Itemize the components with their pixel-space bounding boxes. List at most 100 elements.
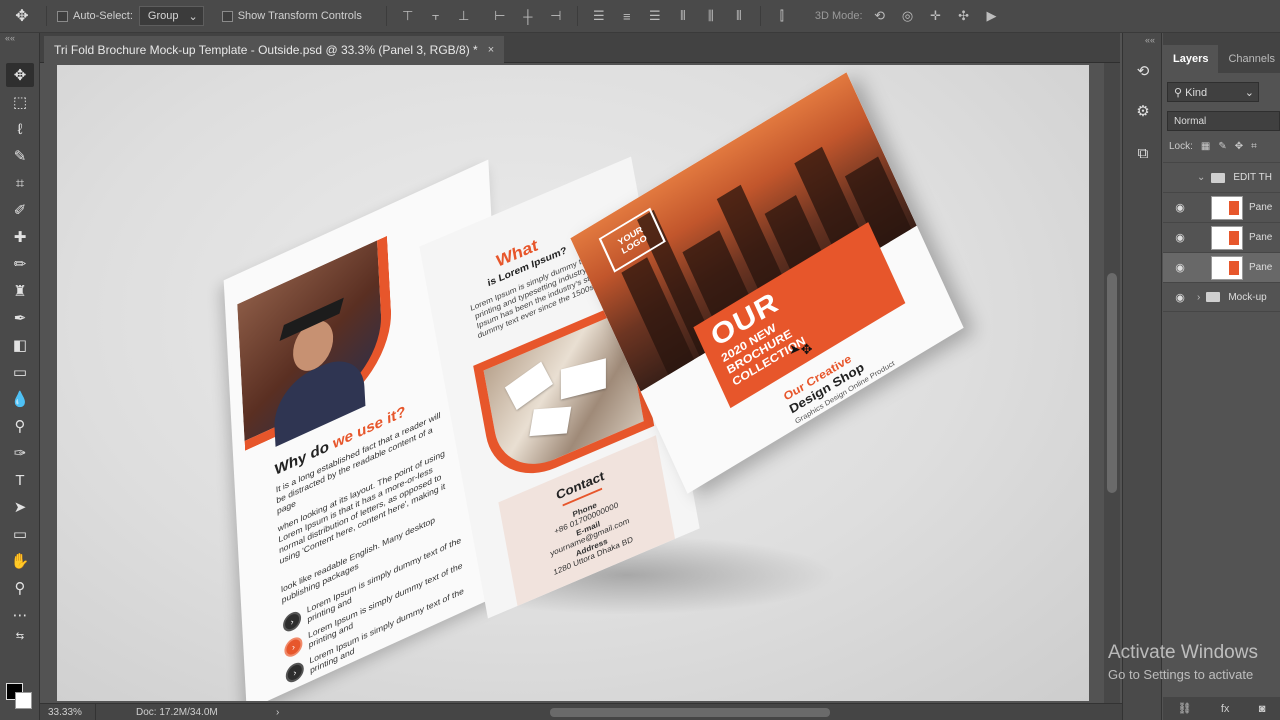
3d-pan-icon[interactable]: ✛ bbox=[925, 6, 947, 26]
quick-selection-tool[interactable]: ✎ bbox=[6, 144, 34, 168]
clone-stamp-tool[interactable]: ♜ bbox=[6, 279, 34, 303]
eye-icon[interactable]: ◉ bbox=[1163, 291, 1197, 304]
eye-icon[interactable]: ◉ bbox=[1163, 201, 1197, 214]
status-menu-arrow[interactable]: › bbox=[276, 707, 300, 718]
layer-row-panel-2[interactable]: ◉ Pane bbox=[1163, 222, 1280, 252]
3d-orbit-icon[interactable]: ⟲ bbox=[869, 6, 891, 26]
close-icon[interactable]: × bbox=[488, 44, 494, 56]
layer-row-group-mockup[interactable]: ◉ › Mock-up bbox=[1163, 282, 1280, 312]
blend-mode-dropdown[interactable]: Normal bbox=[1167, 111, 1280, 131]
more-tools-icon[interactable]: ⋯ bbox=[6, 603, 34, 627]
history-brush-tool[interactable]: ✒ bbox=[6, 306, 34, 330]
distribute-right-icon[interactable]: ⫴ bbox=[728, 6, 750, 26]
tab-channels[interactable]: Channels bbox=[1218, 45, 1280, 73]
auto-align-icon[interactable]: ⫿ bbox=[771, 6, 793, 26]
eraser-tool[interactable]: ◧ bbox=[6, 333, 34, 357]
history-panel-icon[interactable]: ⟲ bbox=[1131, 59, 1155, 83]
align-top-icon[interactable]: ⊤ bbox=[397, 6, 419, 26]
filter-kind-label: ⚲ Kind bbox=[1174, 86, 1207, 99]
show-transform-controls-checkbox[interactable]: Show Transform Controls bbox=[221, 10, 362, 22]
lock-paint-icon[interactable]: ✎ bbox=[1218, 141, 1226, 152]
distribute-top-icon[interactable]: ☰ bbox=[588, 6, 610, 26]
layer-thumbnail bbox=[1211, 195, 1243, 220]
tab-layers[interactable]: Layers bbox=[1163, 45, 1219, 73]
move-tool-icon[interactable]: ✥ bbox=[8, 5, 36, 27]
distribute-left-icon[interactable]: ⫴ bbox=[672, 6, 694, 26]
3d-mode-label: 3D Mode: bbox=[814, 10, 863, 22]
panel-dock: «« ⟲ ⚙ ⧉ bbox=[1122, 33, 1162, 720]
vertical-scroll-thumb[interactable] bbox=[1107, 273, 1117, 493]
marquee-tool[interactable]: ⬚ bbox=[6, 90, 34, 114]
lock-label: Lock: bbox=[1169, 141, 1193, 152]
layer-filter-dropdown[interactable]: ⚲ Kind ⌄ bbox=[1167, 82, 1259, 102]
eye-icon[interactable]: ◉ bbox=[1163, 231, 1197, 244]
lock-position-icon[interactable]: ✥ bbox=[1235, 141, 1243, 152]
libraries-panel-icon[interactable]: ⧉ bbox=[1131, 141, 1155, 165]
3d-roll-icon[interactable]: ◎ bbox=[897, 6, 919, 26]
collapse-toolbar-icon[interactable]: «« bbox=[0, 33, 39, 47]
lock-artboard-icon[interactable]: ⌗ bbox=[1251, 141, 1257, 152]
document-canvas[interactable]: Why do we use it? It is a long establish… bbox=[57, 65, 1089, 701]
pen-tool[interactable]: ✑ bbox=[6, 441, 34, 465]
zoom-tool[interactable]: ⚲ bbox=[6, 576, 34, 600]
distribute-vcenter-icon[interactable]: ≡ bbox=[616, 6, 638, 26]
collapse-dock-icon[interactable]: «« bbox=[1123, 33, 1161, 45]
chevron-down-icon: ⌄ bbox=[1244, 86, 1254, 99]
fx-icon[interactable]: fx bbox=[1221, 703, 1230, 715]
swap-colors-icon[interactable]: ⇆ bbox=[6, 629, 34, 643]
layers-panel: Layers Channels ⚲ Kind ⌄ Normal Lock: ▦ … bbox=[1163, 33, 1280, 720]
align-right-icon[interactable]: ⊣ bbox=[545, 6, 567, 26]
separator bbox=[385, 6, 387, 26]
canvas-area[interactable]: Why do we use it? It is a long establish… bbox=[40, 63, 1120, 703]
lock-transparent-icon[interactable]: ▦ bbox=[1201, 141, 1210, 152]
rectangle-tool[interactable]: ▭ bbox=[6, 522, 34, 546]
eyedropper-tool[interactable]: ✐ bbox=[6, 198, 34, 222]
layer-row-panel-1[interactable]: ◉ Pane bbox=[1163, 192, 1280, 222]
blur-tool[interactable]: 💧 bbox=[6, 387, 34, 411]
layer-name: Mock-up bbox=[1228, 291, 1267, 303]
auto-select-checkbox[interactable]: Auto-Select: bbox=[57, 10, 133, 22]
chevron-down-icon[interactable]: ⌄ bbox=[1197, 172, 1205, 183]
layer-row-panel-3[interactable]: ◉ Pane bbox=[1163, 252, 1280, 282]
background-color-swatch[interactable] bbox=[15, 692, 32, 709]
horizontal-scroll-thumb[interactable] bbox=[550, 708, 830, 717]
path-selection-tool[interactable]: ➤ bbox=[6, 495, 34, 519]
layer-thumbnail bbox=[1211, 225, 1243, 250]
layers-panel-tabs: Layers Channels bbox=[1163, 33, 1280, 73]
hand-tool[interactable]: ✋ bbox=[6, 549, 34, 573]
folder-icon bbox=[1211, 172, 1226, 183]
add-mask-icon[interactable]: ◙ bbox=[1259, 703, 1266, 715]
chevron-down-icon: ⌄ bbox=[188, 10, 198, 23]
auto-select-dropdown[interactable]: Group ⌄ bbox=[138, 6, 204, 26]
eye-icon[interactable]: ◉ bbox=[1163, 261, 1197, 274]
properties-panel-icon[interactable]: ⚙ bbox=[1131, 99, 1155, 123]
lasso-tool[interactable]: ℓ bbox=[6, 117, 34, 141]
gradient-tool[interactable]: ▭ bbox=[6, 360, 34, 384]
3d-scale-icon[interactable]: ▶ bbox=[981, 6, 1003, 26]
align-left-icon[interactable]: ⊢ bbox=[489, 6, 511, 26]
zoom-level[interactable]: 33.33% bbox=[40, 704, 96, 720]
layer-row-group-edit[interactable]: ⌄ EDIT TH bbox=[1163, 162, 1280, 192]
auto-select-label: Auto-Select: bbox=[73, 10, 133, 22]
brush-tool[interactable]: ✏ bbox=[6, 252, 34, 276]
document-tab-bar: Tri Fold Brochure Mock-up Template - Out… bbox=[40, 33, 1120, 63]
chevron-right-icon[interactable]: › bbox=[1197, 292, 1200, 303]
document-tab[interactable]: Tri Fold Brochure Mock-up Template - Out… bbox=[44, 36, 505, 63]
3d-slide-icon[interactable]: ✣ bbox=[953, 6, 975, 26]
align-vcenter-icon[interactable]: ⫟ bbox=[425, 6, 447, 26]
distribute-bottom-icon[interactable]: ☰ bbox=[644, 6, 666, 26]
type-tool[interactable]: T bbox=[6, 468, 34, 492]
watermark-line-1: Activate Windows bbox=[1108, 642, 1258, 663]
align-bottom-icon[interactable]: ⊥ bbox=[453, 6, 475, 26]
move-tool[interactable]: ✥ bbox=[6, 63, 34, 87]
vertical-scrollbar[interactable] bbox=[1104, 63, 1120, 703]
distribute-hcenter-icon[interactable]: ⫼ bbox=[700, 6, 722, 26]
crop-tool[interactable]: ⌗ bbox=[6, 171, 34, 195]
watermark-line-2: Go to Settings to activate bbox=[1108, 667, 1254, 682]
dodge-tool[interactable]: ⚲ bbox=[6, 414, 34, 438]
align-hcenter-icon[interactable]: ┼ bbox=[517, 6, 539, 26]
layers-bottom-toolbar: ⛓ fx ◙ bbox=[1163, 697, 1280, 720]
link-layers-icon[interactable]: ⛓ bbox=[1178, 702, 1192, 715]
separator bbox=[759, 6, 761, 26]
healing-brush-tool[interactable]: ✚ bbox=[6, 225, 34, 249]
